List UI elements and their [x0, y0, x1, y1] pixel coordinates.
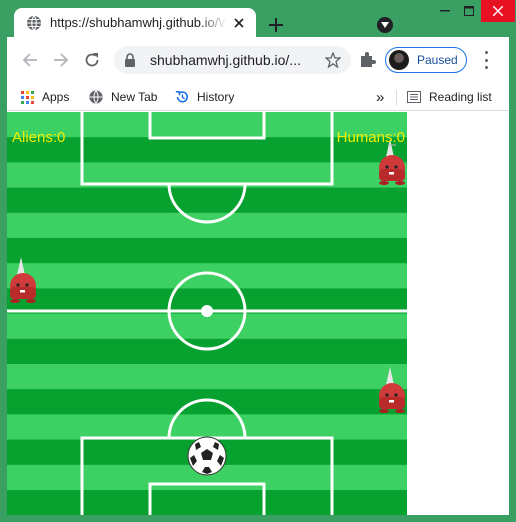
maximize-icon[interactable]: [457, 0, 481, 22]
window-close-icon[interactable]: [481, 0, 515, 22]
globe-icon: [27, 15, 41, 30]
profile-button[interactable]: Paused: [385, 47, 467, 73]
overflow-label: »: [376, 88, 385, 106]
bookmark-label: New Tab: [111, 90, 158, 104]
extensions-puzzle-icon[interactable]: [357, 50, 377, 70]
bookmarks-bar: Apps New Tab History » Reading list: [7, 83, 509, 111]
grass-stripe: [7, 364, 407, 390]
browser-window: https://shubhamwhj.github.io/W shubhamwh…: [0, 0, 516, 522]
back-arrow-icon[interactable]: [21, 51, 39, 69]
bookmarks-overflow-chevron-icon[interactable]: »: [376, 88, 384, 106]
tab-strip: https://shubhamwhj.github.io/W: [0, 0, 516, 37]
new-tab-plus-icon[interactable]: [265, 14, 287, 36]
grass-stripe: [7, 187, 407, 214]
grass-stripe: [7, 313, 407, 340]
grass-stripe: [7, 212, 407, 239]
aliens-score: Aliens:0: [12, 129, 66, 146]
alien-player-sprite: [379, 367, 405, 413]
minimize-icon[interactable]: [433, 0, 457, 22]
address-bar[interactable]: shubhamwhj.github.io/...: [114, 46, 351, 74]
humans-score: Humans:0: [336, 129, 405, 146]
center-spot: [201, 305, 213, 317]
close-tab-icon[interactable]: [230, 14, 248, 32]
grass-stripe: [7, 490, 407, 515]
grass-stripe: [7, 238, 407, 264]
url-text[interactable]: shubhamwhj.github.io/...: [150, 52, 325, 68]
apps-grid-icon: [21, 90, 34, 104]
globe-icon: [89, 90, 103, 104]
bookmark-apps[interactable]: Apps: [21, 88, 69, 106]
bookmarks-divider: [396, 90, 397, 106]
page-viewport: Aliens:0 Humans:0: [7, 112, 509, 515]
lock-icon: [125, 53, 135, 67]
history-icon: [175, 91, 188, 103]
grass-stripe: [7, 389, 407, 415]
grass-stripe: [7, 263, 407, 289]
browser-client: shubhamwhj.github.io/... Paused Apps New…: [7, 37, 509, 515]
browser-tab[interactable]: https://shubhamwhj.github.io/W: [14, 8, 256, 37]
reload-icon[interactable]: [83, 51, 101, 69]
toolbar: shubhamwhj.github.io/... Paused: [7, 37, 509, 83]
alien-player-sprite: [379, 139, 405, 185]
bookmark-new-tab[interactable]: New Tab: [89, 88, 157, 106]
reading-list-icon: [407, 91, 421, 103]
tab-title: https://shubhamwhj.github.io/W: [50, 15, 226, 30]
reading-list-button[interactable]: Reading list: [407, 88, 492, 106]
reading-list-label: Reading list: [429, 90, 492, 104]
bookmark-history[interactable]: History: [175, 88, 234, 106]
bookmark-star-icon[interactable]: [325, 52, 341, 68]
more-menu-icon[interactable]: [479, 51, 493, 69]
bookmark-label: Apps: [42, 90, 70, 104]
grass-stripe: [7, 338, 407, 365]
forward-arrow-icon[interactable]: [52, 51, 70, 69]
tab-search-icon[interactable]: [377, 17, 393, 33]
game-canvas[interactable]: Aliens:0 Humans:0: [7, 112, 407, 515]
alien-player-sprite: [10, 257, 36, 303]
bookmark-label: History: [197, 90, 235, 104]
avatar: [389, 50, 409, 70]
soccer-ball-icon: [187, 436, 227, 476]
profile-status-label: Paused: [417, 53, 458, 67]
